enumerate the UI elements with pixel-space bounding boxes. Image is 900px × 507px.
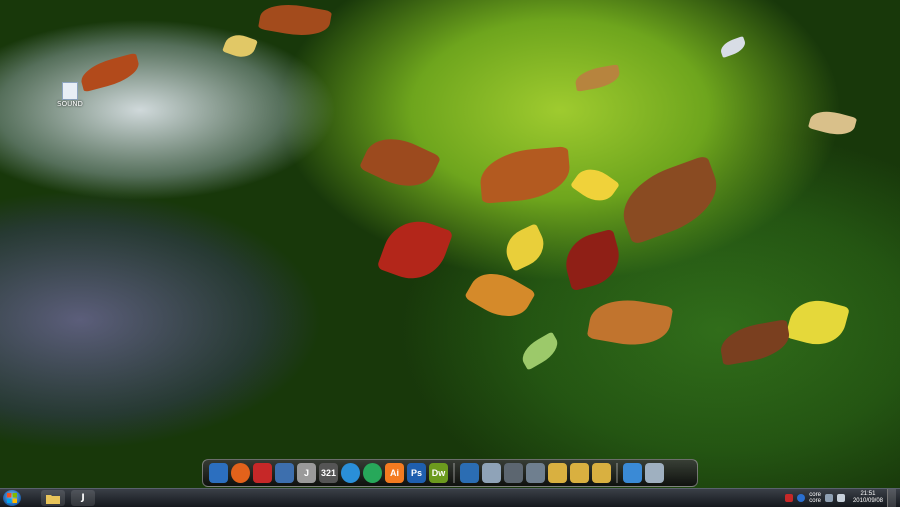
desktop-icon-sound[interactable]: SOUND (56, 82, 84, 108)
clock-time: 21:51 (860, 491, 876, 497)
text-editor-icon[interactable]: J (297, 463, 316, 483)
text-editor-icon: J (81, 493, 85, 503)
folder-icon[interactable] (570, 463, 589, 483)
leaf-decoration (517, 331, 563, 371)
taskbar-editor-button[interactable]: J (71, 490, 95, 506)
taskbar: J core core 21:51 2010/09/08 (0, 488, 900, 507)
leaf-decoration (477, 146, 573, 204)
illustrator-icon[interactable]: Ai (385, 463, 404, 483)
desktop-wallpaper: SOUND (0, 0, 900, 488)
leaf-decoration (77, 52, 143, 93)
desktop-icon-label: SOUND (57, 100, 83, 108)
photoshop-icon[interactable]: Ps (407, 463, 426, 483)
show-desktop-button[interactable] (887, 489, 896, 507)
leaf-decoration (717, 319, 793, 366)
document-icon (62, 82, 78, 100)
leaf-decoration (807, 106, 858, 140)
clock[interactable]: 21:51 2010/09/08 (853, 491, 883, 505)
leaf-decoration (586, 293, 674, 352)
firefox-icon[interactable] (231, 463, 250, 483)
network-icon[interactable] (824, 494, 833, 502)
camera-icon[interactable] (504, 463, 523, 483)
leaf-decoration (559, 228, 626, 292)
taskbar-explorer-button[interactable] (41, 490, 65, 506)
settings-icon[interactable] (623, 463, 642, 483)
system-tray: core core 21:51 2010/09/08 (785, 489, 900, 507)
dock-separator (453, 463, 455, 483)
dock-separator (616, 463, 618, 483)
leaf-decoration (718, 35, 748, 59)
help-icon[interactable] (797, 494, 806, 502)
dashboard-icon[interactable] (253, 463, 272, 483)
media-player-icon[interactable] (363, 463, 382, 483)
leaf-decoration (573, 64, 622, 92)
leaf-decoration (257, 0, 333, 41)
video-icon[interactable] (460, 463, 479, 483)
leaf-decoration (358, 127, 442, 198)
language-indicator[interactable]: core core (809, 492, 821, 504)
windows-start-icon[interactable] (3, 490, 21, 506)
leaf-decoration (499, 223, 551, 272)
dock: J 321 Ai Ps Dw (202, 459, 698, 487)
dreamweaver-icon[interactable]: Dw (429, 463, 448, 483)
clock-date: 2010/09/08 (852, 498, 883, 504)
contacts-icon[interactable] (275, 463, 294, 483)
leaf-decoration (570, 161, 620, 209)
volume-icon[interactable] (836, 494, 845, 502)
folder-icon[interactable] (548, 463, 567, 483)
preview-icon[interactable] (526, 463, 545, 483)
leaf-decoration (785, 293, 850, 352)
leaf-decoration (612, 154, 728, 246)
adobe-icon[interactable] (785, 494, 794, 502)
internet-explorer-icon[interactable] (209, 463, 228, 483)
itunes-icon[interactable] (341, 463, 360, 483)
folder-icon[interactable] (592, 463, 611, 483)
leaf-decoration (464, 262, 536, 328)
folder-icon (46, 494, 60, 504)
leaf-decoration (222, 30, 258, 62)
calendar-icon[interactable]: 321 (319, 463, 338, 483)
trash-icon[interactable] (645, 463, 664, 483)
document-icon[interactable] (482, 463, 501, 483)
leaf-decoration (376, 211, 454, 289)
